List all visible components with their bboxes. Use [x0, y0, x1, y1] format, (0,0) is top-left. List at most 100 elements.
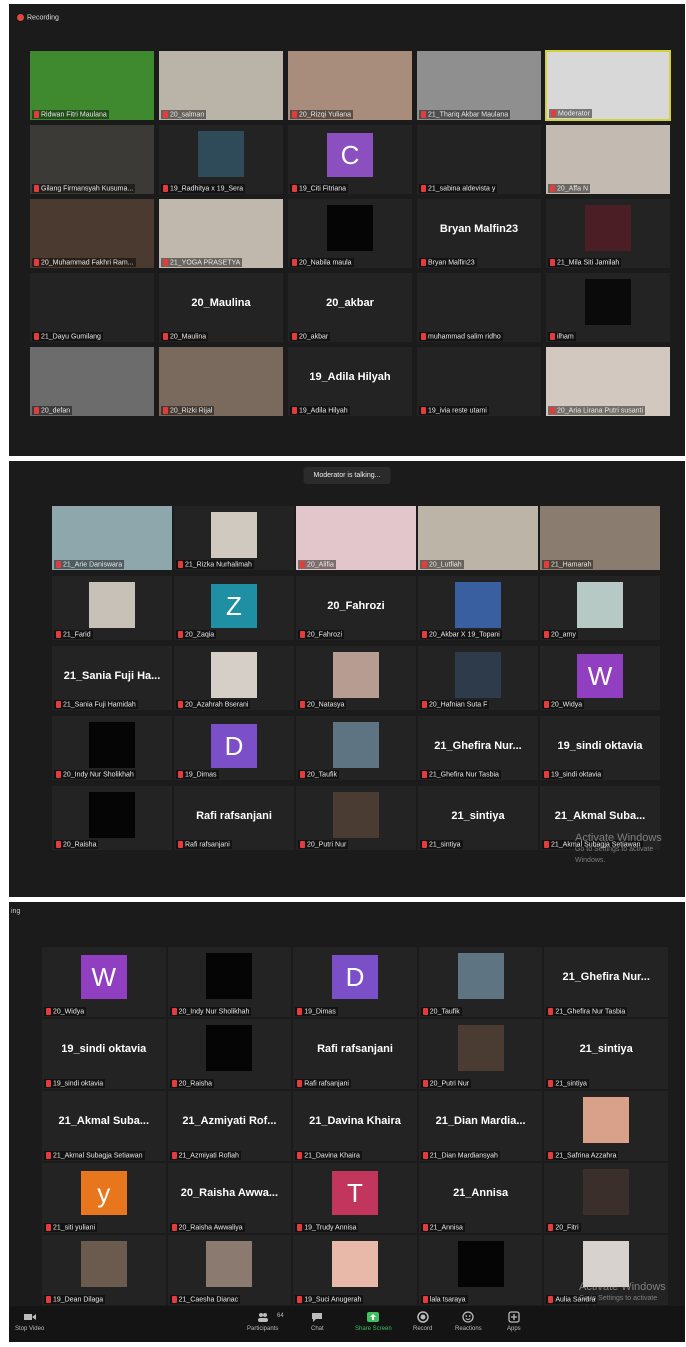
participant-tile[interactable]: 21_Farid	[51, 575, 173, 641]
participant-tile[interactable]: 20_Alifia	[295, 505, 417, 571]
participant-tile[interactable]: 20_Muhammad Fakhri Ram...	[29, 198, 155, 269]
participant-tile[interactable]: 19_Dean Dilaga	[41, 1234, 167, 1306]
participant-thumbnail	[89, 792, 135, 838]
participant-tile[interactable]: C 19_Citi Fitriana	[287, 124, 413, 195]
participant-tile[interactable]: 20_Fahrozi 20_Fahrozi	[295, 575, 417, 641]
participant-tile[interactable]: 20_Indy Nur Sholikhah	[51, 715, 173, 781]
participant-tile[interactable]: 21_Thariq Akbar Maulana	[416, 50, 542, 121]
participant-tile[interactable]: 21_sabina aldevista y	[416, 124, 542, 195]
participant-tile[interactable]: Ridwan Fitri Maulana	[29, 50, 155, 121]
participant-tile[interactable]: 20_Raisha	[51, 785, 173, 851]
participant-tile[interactable]: 20_Indy Nur Sholikhah	[166, 946, 293, 1018]
participant-tile[interactable]: 21_Rizka Nurhalimah	[173, 505, 295, 571]
participant-tile[interactable]: 20_Raisha Awwa... 20_Raisha Awwaliya	[166, 1162, 293, 1234]
participant-tile[interactable]: 20_Akbar X 19_Topani	[417, 575, 539, 641]
participant-tile[interactable]: Rafi rafsanjani Rafi rafsanjani	[292, 1018, 418, 1090]
record-button[interactable]: Record	[413, 1311, 432, 1332]
participant-tile[interactable]: 20_Taufik	[295, 715, 417, 781]
participant-tile[interactable]: 21_sintiya 21_sintiya	[417, 785, 539, 851]
participant-tile[interactable]: 20_amy	[539, 575, 661, 641]
participant-tile[interactable]: 21_YOGA PRASETYA	[158, 198, 284, 269]
participant-tile[interactable]: y 21_siti yuliani	[41, 1162, 167, 1234]
participant-tile[interactable]: D 19_Dimas	[292, 946, 418, 1018]
participant-tile[interactable]: 21_Sania Fuji Ha... 21_Sania Fuji Hamidah	[51, 645, 173, 711]
participant-tile[interactable]: 21_Dayu Gumilang	[29, 272, 155, 343]
participant-display-name: 21_Akmal Suba...	[58, 1115, 150, 1127]
participant-tile[interactable]: 21_Azmiyati Rof... 21_Azmiyati Rofiah	[166, 1090, 293, 1162]
participant-tile[interactable]: 21_Akmal Suba... 21_Akmal Subagja Setiawa…	[41, 1090, 167, 1162]
chat-button[interactable]: Chat	[311, 1311, 324, 1332]
participant-tile[interactable]: 20_Rizki Rijal	[158, 346, 284, 417]
participant-tile[interactable]: Rafi rafsanjani Rafi rafsanjani	[173, 785, 295, 851]
avatar-letter: D	[331, 955, 378, 999]
participant-tile[interactable]: W 20_Widya	[539, 645, 661, 711]
stop-video-button[interactable]: Stop Video	[15, 1311, 44, 1332]
participant-name: 21_sabina aldevista y	[428, 185, 496, 192]
muted-mic-icon	[421, 332, 426, 340]
participant-tile[interactable]: W 20_Widya	[41, 946, 167, 1018]
participant-tile[interactable]: 20_defan	[29, 346, 155, 417]
participant-tile[interactable]: 21_Annisa 21_Annisa	[417, 1162, 544, 1234]
participant-tile[interactable]: 21_Caesha Dianac	[166, 1234, 293, 1306]
participant-tile[interactable]: muhammad salim ridho	[416, 272, 542, 343]
participant-tile[interactable]: 20_Natasya	[295, 645, 417, 711]
participant-tile[interactable]: 21_Hamarah	[539, 505, 661, 571]
participant-tile[interactable]: 20_Affa N	[545, 124, 671, 195]
participant-tile[interactable]: T 19_Trudy Annisa	[292, 1162, 418, 1234]
participant-name: 20_salman	[170, 111, 205, 118]
participant-tile[interactable]: 20_Nabila maula	[287, 198, 413, 269]
participants-button[interactable]: Participants 64	[247, 1311, 284, 1332]
participant-thumbnail	[457, 1241, 504, 1287]
participant-tile[interactable]: 20_Hafnian Suta F	[417, 645, 539, 711]
participant-tile[interactable]: 20_Lutfiah	[417, 505, 539, 571]
participant-tile[interactable]: 21_Ghefira Nur... 21_Ghefira Nur Tasbia	[417, 715, 539, 781]
participant-tile[interactable]: 19_ivia reste utami	[416, 346, 542, 417]
participant-tile[interactable]: Bryan Malfin23 Bryan Malfin23	[416, 198, 542, 269]
participant-tile[interactable]: 20_Putri Nur	[295, 785, 417, 851]
participant-tile[interactable]: 21_Safrina Azzahra	[543, 1090, 669, 1162]
participant-tile[interactable]: 20_Azahrah Bserani	[173, 645, 295, 711]
participant-tile[interactable]: Z 20_Zaqia	[173, 575, 295, 641]
participant-tile[interactable]: 20_salman	[158, 50, 284, 121]
record-dot-icon	[17, 14, 24, 21]
participant-tile[interactable]: 19_sindi oktavia 19_sindi oktavia	[41, 1018, 167, 1090]
recording-indicator[interactable]: Recording	[17, 14, 59, 21]
participant-tile[interactable]: 20_Fitri	[543, 1162, 669, 1234]
participant-tile[interactable]: 20_Maulina 20_Maulina	[158, 272, 284, 343]
participant-name-label: 21_Dayu Gumilang	[32, 331, 103, 341]
participant-tile[interactable]: 20_Putri Nur	[417, 1018, 544, 1090]
participant-display-name: 19_sindi oktavia	[61, 1043, 147, 1055]
participant-name-label: 21_Farid	[54, 629, 93, 639]
participant-tile[interactable]: 19_Suci Anugerah	[292, 1234, 418, 1306]
participant-tile[interactable]: 20_Aria Lirana Putri susanti	[545, 346, 671, 417]
participant-tile[interactable]: Gilang Firmansyah Kusuma...	[29, 124, 155, 195]
participant-name-label: 19_sindi oktavia	[44, 1078, 106, 1088]
participant-tile[interactable]: 21_Mila Siti Jamilah	[545, 198, 671, 269]
participant-tile[interactable]: Moderator	[545, 50, 671, 121]
participant-tile[interactable]: 19_sindi oktavia 19_sindi oktavia	[539, 715, 661, 781]
participant-name: muhammad salim ridho	[428, 333, 501, 340]
participant-tile[interactable]: 21_Ghefira Nur... 21_Ghefira Nur Tasbia	[543, 946, 669, 1018]
reactions-button[interactable]: Reactions	[455, 1311, 482, 1332]
avatar-letter: T	[331, 1171, 378, 1215]
participant-name: 20_Hafnian Suta F	[429, 701, 488, 708]
participant-tile[interactable]: 20_Taufik	[417, 946, 544, 1018]
muted-mic-icon	[292, 110, 297, 118]
participant-tile[interactable]: 21_sintiya 21_sintiya	[543, 1018, 669, 1090]
participant-tile[interactable]: D 19_Dimas	[173, 715, 295, 781]
participant-tile[interactable]: ilham	[545, 272, 671, 343]
participant-tile[interactable]: 21_Dian Mardia... 21_Dian Mardiansyah	[417, 1090, 544, 1162]
participant-tile[interactable]: 19_Radhitya x 19_Sera	[158, 124, 284, 195]
share-screen-button[interactable]: Share Screen	[355, 1311, 392, 1332]
participant-tile[interactable]: lala tsaraya	[417, 1234, 544, 1306]
participant-tile[interactable]: 20_Raisha	[166, 1018, 293, 1090]
participant-tile[interactable]: 21_Arie Daniswara	[51, 505, 173, 571]
participant-tile[interactable]: 20_akbar 20_akbar	[287, 272, 413, 343]
activate-windows-watermark: Activate Windows Go to Settings to activ…	[575, 833, 685, 866]
participant-tile[interactable]: 20_Rizqi Yuliana	[287, 50, 413, 121]
participant-display-name: Rafi rafsanjani	[196, 810, 272, 822]
apps-button[interactable]: Apps	[507, 1311, 521, 1332]
participant-name: 20_Azahrah Bserani	[185, 701, 249, 708]
participant-tile[interactable]: 21_Davina Khaira 21_Davina Khaira	[292, 1090, 418, 1162]
participant-tile[interactable]: 19_Adila Hilyah 19_Adila Hilyah	[287, 346, 413, 417]
